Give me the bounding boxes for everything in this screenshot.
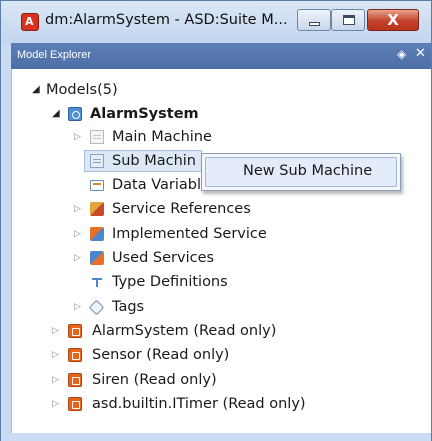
menu-item-label: New Sub Machine <box>243 163 373 179</box>
tree-node-label: Service References <box>112 201 251 217</box>
expand-icon[interactable]: ▷ <box>52 320 62 342</box>
window-bottom-border <box>1 433 431 441</box>
app-icon[interactable]: A <box>21 13 39 31</box>
close-icon: X <box>387 11 399 29</box>
app-icon-glyph: A <box>25 15 34 28</box>
tree-node-label: Sub Machin <box>112 153 196 169</box>
tree-node-label: Sensor (Read only) <box>92 347 230 363</box>
model-icon <box>68 348 82 362</box>
panel-close-icon[interactable]: ✕ <box>415 46 426 61</box>
panel-title: Model Explorer <box>17 49 91 61</box>
model-icon <box>68 373 82 387</box>
expand-icon[interactable]: ▷ <box>74 198 84 220</box>
service-references-icon <box>90 202 104 216</box>
data-variables-icon <box>90 180 104 191</box>
context-menu: New Sub Machine <box>201 153 401 191</box>
minimize-button[interactable] <box>297 9 331 31</box>
expand-icon[interactable]: ▷ <box>52 344 62 366</box>
tree-node-label: asd.builtin.ITimer (Read only) <box>92 396 306 412</box>
expand-icon[interactable]: ▷ <box>74 126 84 148</box>
tree-node-label: Main Machine <box>112 129 212 145</box>
expand-icon[interactable]: ◢ <box>32 79 42 101</box>
expand-icon[interactable]: ▷ <box>52 393 62 415</box>
expand-icon[interactable]: ◢ <box>52 103 62 125</box>
model-icon <box>68 397 82 411</box>
menu-item-new-sub-machine[interactable]: New Sub Machine <box>205 157 397 187</box>
type-definitions-icon <box>90 275 104 289</box>
title-bar[interactable]: A dm:AlarmSystem - ASD:Suite M... X <box>1 1 431 43</box>
maximize-icon <box>343 15 355 25</box>
tree-node-label: Models(5) <box>46 82 118 98</box>
tree-node-label: Type Definitions <box>112 274 228 290</box>
doc-icon <box>90 130 104 144</box>
expand-icon[interactable]: ▷ <box>74 296 84 318</box>
expand-icon[interactable]: ▷ <box>74 247 84 269</box>
maximize-button[interactable] <box>331 9 365 31</box>
pin-icon[interactable]: ◈ <box>397 47 406 61</box>
tree-node-label: Siren (Read only) <box>92 372 217 388</box>
implemented-service-icon <box>90 227 104 241</box>
tree-node-label: Tags <box>112 299 145 315</box>
expand-icon[interactable]: ▷ <box>74 223 84 245</box>
sub-machine-icon <box>90 154 104 168</box>
used-services-icon <box>90 251 104 265</box>
tree-node-label: Implemented Service <box>112 226 267 242</box>
model-icon <box>68 324 82 338</box>
expand-icon[interactable]: ▷ <box>52 369 62 391</box>
model-explorer-header: Model Explorer ◈ ✕ <box>11 43 431 69</box>
minimize-icon <box>309 22 320 26</box>
model-icon <box>68 107 82 121</box>
model-tree: ◢ Models(5) ◢ AlarmSystem ▷ Main Machine… <box>11 69 431 434</box>
tree-node-label: AlarmSystem (Read only) <box>92 323 277 339</box>
tree-node-label: AlarmSystem <box>90 106 199 122</box>
close-button[interactable]: X <box>367 9 419 31</box>
application-window: A dm:AlarmSystem - ASD:Suite M... X Mode… <box>0 0 432 441</box>
window-title: dm:AlarmSystem - ASD:Suite M... <box>45 12 288 28</box>
tree-node-label: Used Services <box>112 250 215 266</box>
tags-icon <box>90 300 104 314</box>
